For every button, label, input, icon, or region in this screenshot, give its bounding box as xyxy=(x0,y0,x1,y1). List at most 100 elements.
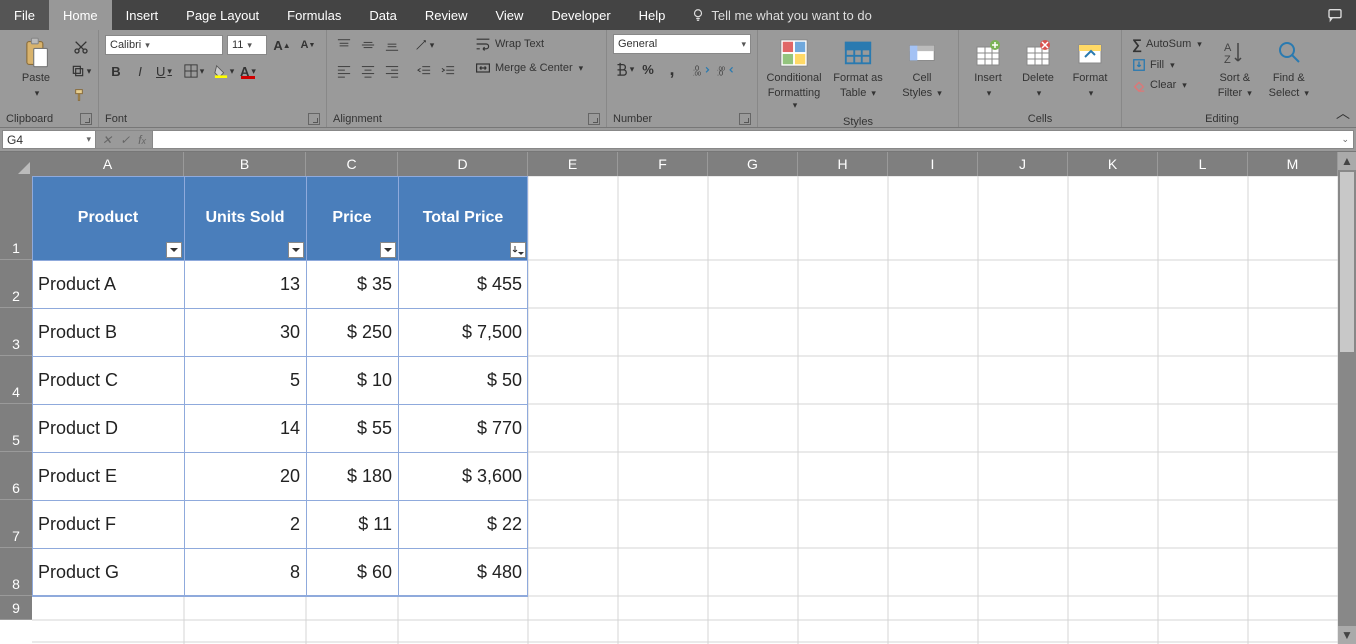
bold-button[interactable]: B xyxy=(105,60,127,82)
column-header-G[interactable]: G xyxy=(708,152,798,176)
accounting-format-button[interactable] xyxy=(613,58,635,80)
table-header-total-price[interactable]: Total Price xyxy=(398,176,528,260)
menu-developer[interactable]: Developer xyxy=(537,0,624,30)
cell[interactable]: $ 250 xyxy=(306,308,398,356)
comments-icon[interactable] xyxy=(1326,7,1344,23)
cell[interactable]: 5 xyxy=(184,356,306,404)
name-box[interactable]: G4 ▾ xyxy=(2,130,96,149)
cell[interactable]: 13 xyxy=(184,260,306,308)
cancel-formula-icon[interactable]: ✕ xyxy=(102,133,112,147)
cell[interactable]: Product F xyxy=(32,500,184,548)
cell[interactable]: $ 55 xyxy=(306,404,398,452)
cell[interactable]: $ 10 xyxy=(306,356,398,404)
comma-format-button[interactable]: , xyxy=(661,58,683,80)
row-header-2[interactable]: 2 xyxy=(0,260,32,308)
fill-button[interactable]: Fill xyxy=(1128,56,1206,74)
align-top-button[interactable] xyxy=(333,34,355,56)
font-dialog-launcher[interactable] xyxy=(308,113,320,125)
clear-button[interactable]: Clear xyxy=(1128,76,1206,94)
align-middle-button[interactable] xyxy=(357,34,379,56)
column-header-M[interactable]: M xyxy=(1248,152,1338,176)
cell[interactable]: 20 xyxy=(184,452,306,500)
align-center-button[interactable] xyxy=(357,60,379,82)
row-header-1[interactable]: 1 xyxy=(0,176,32,260)
clipboard-dialog-launcher[interactable] xyxy=(80,113,92,125)
row-header-3[interactable]: 3 xyxy=(0,308,32,356)
scroll-down-icon[interactable]: ▼ xyxy=(1338,626,1356,644)
menu-insert[interactable]: Insert xyxy=(112,0,173,30)
underline-button[interactable]: U xyxy=(153,60,175,82)
paste-button[interactable]: Paste xyxy=(6,34,66,101)
cut-button[interactable] xyxy=(70,36,92,58)
fx-icon[interactable]: fx xyxy=(138,133,146,147)
spreadsheet-grid[interactable]: ABCDEFGHIJKLM 123456789 ProductUnits Sol… xyxy=(0,152,1338,644)
cell[interactable]: Product C xyxy=(32,356,184,404)
formula-input[interactable]: ⌄ xyxy=(152,130,1354,149)
column-header-B[interactable]: B xyxy=(184,152,306,176)
filter-button-product[interactable] xyxy=(166,242,182,258)
find-select-button[interactable]: Find & Select xyxy=(1264,34,1314,101)
format-as-table-button[interactable]: Format as Table xyxy=(828,34,888,101)
cell[interactable]: $ 480 xyxy=(398,548,528,596)
select-all-button[interactable] xyxy=(0,152,32,176)
font-size-combobox[interactable]: 11▾ xyxy=(227,35,267,55)
alignment-dialog-launcher[interactable] xyxy=(588,113,600,125)
filter-button-total-price[interactable] xyxy=(510,242,526,258)
cell-styles-button[interactable]: Cell Styles xyxy=(892,34,952,101)
column-header-K[interactable]: K xyxy=(1068,152,1158,176)
column-header-H[interactable]: H xyxy=(798,152,888,176)
increase-decimal-button[interactable]: .0.00 xyxy=(691,58,713,80)
merge-center-button[interactable]: Merge & Center xyxy=(471,58,587,78)
row-header-9[interactable]: 9 xyxy=(0,596,32,620)
borders-button[interactable] xyxy=(183,60,205,82)
conditional-formatting-button[interactable]: Conditional Formatting xyxy=(764,34,824,114)
cell[interactable]: $ 50 xyxy=(398,356,528,404)
cell[interactable]: Product B xyxy=(32,308,184,356)
tell-me-search[interactable]: Tell me what you want to do xyxy=(679,0,883,30)
cell[interactable]: $ 22 xyxy=(398,500,528,548)
menu-review[interactable]: Review xyxy=(411,0,482,30)
decrease-font-size-button[interactable]: A▼ xyxy=(297,34,319,56)
decrease-decimal-button[interactable]: .00.0 xyxy=(715,58,737,80)
row-header-7[interactable]: 7 xyxy=(0,500,32,548)
cell[interactable]: $ 180 xyxy=(306,452,398,500)
column-header-L[interactable]: L xyxy=(1158,152,1248,176)
cell[interactable]: 2 xyxy=(184,500,306,548)
column-header-A[interactable]: A xyxy=(32,152,184,176)
align-left-button[interactable] xyxy=(333,60,355,82)
table-header-product[interactable]: Product xyxy=(32,176,184,260)
percent-format-button[interactable]: % xyxy=(637,58,659,80)
align-bottom-button[interactable] xyxy=(381,34,403,56)
delete-cells-button[interactable]: Delete xyxy=(1015,34,1061,101)
vertical-scrollbar[interactable]: ▲ ▼ xyxy=(1338,152,1356,644)
cell[interactable]: 30 xyxy=(184,308,306,356)
orientation-button[interactable] xyxy=(413,34,435,56)
cell[interactable]: Product D xyxy=(32,404,184,452)
cell[interactable]: $ 11 xyxy=(306,500,398,548)
cell[interactable]: $ 770 xyxy=(398,404,528,452)
column-header-F[interactable]: F xyxy=(618,152,708,176)
font-color-button[interactable]: A xyxy=(237,60,259,82)
insert-cells-button[interactable]: Insert xyxy=(965,34,1011,101)
cell[interactable]: Product A xyxy=(32,260,184,308)
cell[interactable]: 14 xyxy=(184,404,306,452)
column-header-J[interactable]: J xyxy=(978,152,1068,176)
expand-formula-bar-icon[interactable]: ⌄ xyxy=(1341,134,1349,145)
cell[interactable]: Product E xyxy=(32,452,184,500)
cell[interactable]: $ 35 xyxy=(306,260,398,308)
fill-color-button[interactable] xyxy=(213,60,235,82)
cell[interactable]: Product G xyxy=(32,548,184,596)
filter-button-units-sold[interactable] xyxy=(288,242,304,258)
menu-page-layout[interactable]: Page Layout xyxy=(172,0,273,30)
format-cells-button[interactable]: Format xyxy=(1065,34,1115,101)
menu-file[interactable]: File xyxy=(0,0,49,30)
column-header-D[interactable]: D xyxy=(398,152,528,176)
column-headers[interactable]: ABCDEFGHIJKLM xyxy=(32,152,1338,176)
italic-button[interactable]: I xyxy=(129,60,151,82)
font-name-combobox[interactable]: Calibri▾ xyxy=(105,35,223,55)
increase-font-size-button[interactable]: A▲ xyxy=(271,34,293,56)
cell[interactable]: $ 3,600 xyxy=(398,452,528,500)
increase-indent-button[interactable] xyxy=(437,60,459,82)
sort-filter-button[interactable]: AZ Sort & Filter xyxy=(1210,34,1260,101)
collapse-ribbon-icon[interactable]: ︿ xyxy=(1336,103,1350,123)
